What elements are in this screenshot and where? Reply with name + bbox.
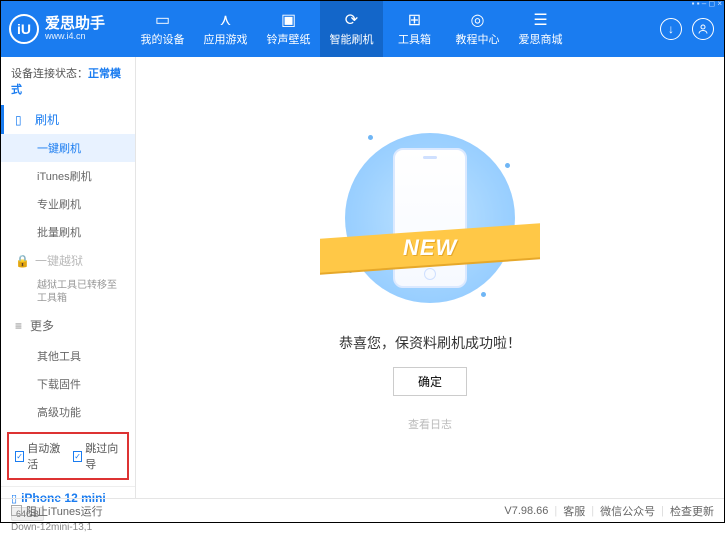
nav-my-device[interactable]: ▭ 我的设备: [131, 1, 194, 57]
brand: iU 爱思助手 www.i4.cn: [9, 14, 131, 44]
nav-label: 工具箱: [398, 31, 431, 47]
sidebar-section-flash[interactable]: ▯ 刷机: [1, 105, 135, 134]
download-button[interactable]: ↓: [660, 18, 682, 40]
sidebar-item-itunes-flash[interactable]: iTunes刷机: [1, 162, 135, 190]
nav-label: 我的设备: [141, 31, 185, 47]
section-label: 更多: [30, 317, 54, 334]
tutorial-icon: ◎: [469, 11, 487, 29]
nav-toolbox[interactable]: ⊞ 工具箱: [383, 1, 446, 57]
device-firmware: Down-12mini-13,1: [11, 522, 125, 533]
nav-flash[interactable]: ⟳ 智能刷机: [320, 1, 383, 57]
phone-icon: ▯: [15, 113, 27, 127]
brand-name: 爱思助手: [45, 16, 105, 33]
top-nav: ▭ 我的设备 ⋏ 应用游戏 ▣ 铃声壁纸 ⟳ 智能刷机 ⊞ 工具箱 ◎ 教程中心 ☰ 爱思商城: [131, 1, 572, 57]
checkbox-auto-activate[interactable]: ✓ 自动激活: [15, 440, 63, 472]
ringtone-icon: ▣: [280, 11, 298, 29]
window-controls[interactable]: ▪ ▪ – ◻ ×: [692, 0, 722, 8]
phone-graphic: [393, 148, 467, 288]
view-log-link[interactable]: 查看日志: [408, 416, 452, 432]
check-update-link[interactable]: 检查更新: [670, 503, 714, 519]
apps-icon: ⋏: [217, 11, 235, 29]
checkbox-label: 自动激活: [27, 440, 63, 472]
checkbox-label: 跳过向导: [85, 440, 121, 472]
user-icon: [697, 23, 709, 35]
store-icon: ☰: [532, 11, 550, 29]
ok-button[interactable]: 确定: [393, 367, 467, 396]
status-label: 设备连接状态：: [11, 68, 88, 80]
sidebar-section-more[interactable]: 更多: [1, 309, 135, 342]
flash-icon: ⟳: [343, 11, 361, 29]
sidebar-item-other-tools[interactable]: 其他工具: [1, 342, 135, 370]
app-header: ▪ ▪ – ◻ × iU 爱思助手 www.i4.cn ▭ 我的设备 ⋏ 应用游戏 …: [1, 1, 724, 57]
checkbox-icon: ✓: [15, 451, 24, 462]
version-label: V7.98.66: [504, 505, 548, 517]
footer: 阻止iTunes运行 V7.98.66 | 客服 | 微信公众号 | 检查更新: [1, 498, 724, 522]
main-content: NEW 恭喜您，保资料刷机成功啦！ 确定 查看日志: [136, 57, 724, 498]
sidebar-section-jailbreak[interactable]: 🔒 一键越狱: [1, 246, 135, 275]
nav-label: 铃声壁纸: [267, 31, 311, 47]
lock-icon: 🔒: [15, 254, 27, 268]
nav-label: 爱思商城: [519, 31, 563, 47]
nav-ringtones[interactable]: ▣ 铃声壁纸: [257, 1, 320, 57]
checkbox-icon: [11, 505, 22, 516]
checkbox-icon: ✓: [73, 451, 82, 462]
user-button[interactable]: [692, 18, 714, 40]
sidebar-item-advanced[interactable]: 高级功能: [1, 398, 135, 426]
nav-store[interactable]: ☰ 爱思商城: [509, 1, 572, 57]
nav-label: 教程中心: [456, 31, 500, 47]
device-icon: ▭: [154, 11, 172, 29]
support-link[interactable]: 客服: [563, 503, 585, 519]
nav-tutorial[interactable]: ◎ 教程中心: [446, 1, 509, 57]
connection-status: 设备连接状态：正常模式: [1, 57, 135, 105]
nav-apps[interactable]: ⋏ 应用游戏: [194, 1, 257, 57]
checkbox-highlight-box: ✓ 自动激活 ✓ 跳过向导: [7, 432, 129, 480]
sidebar: 设备连接状态：正常模式 ▯ 刷机 一键刷机 iTunes刷机 专业刷机 批量刷机…: [1, 57, 136, 498]
toolbox-icon: ⊞: [406, 11, 424, 29]
section-label: 刷机: [35, 111, 59, 128]
nav-label: 应用游戏: [204, 31, 248, 47]
logo-icon: iU: [9, 14, 39, 44]
wechat-link[interactable]: 微信公众号: [600, 503, 655, 519]
success-illustration: NEW: [340, 123, 520, 313]
jailbreak-note: 越狱工具已转移至工具箱: [1, 275, 135, 309]
brand-url: www.i4.cn: [45, 32, 105, 42]
section-label: 一键越狱: [35, 252, 83, 269]
sidebar-item-batch-flash[interactable]: 批量刷机: [1, 218, 135, 246]
checkbox-block-itunes[interactable]: 阻止iTunes运行: [11, 503, 103, 519]
sidebar-item-pro-flash[interactable]: 专业刷机: [1, 190, 135, 218]
checkbox-skip-guide[interactable]: ✓ 跳过向导: [73, 440, 121, 472]
sidebar-item-download-firmware[interactable]: 下载固件: [1, 370, 135, 398]
checkbox-label: 阻止iTunes运行: [26, 503, 103, 519]
success-message: 恭喜您，保资料刷机成功啦！: [339, 333, 521, 353]
sidebar-item-oneclick-flash[interactable]: 一键刷机: [1, 134, 135, 162]
nav-label: 智能刷机: [330, 31, 374, 47]
